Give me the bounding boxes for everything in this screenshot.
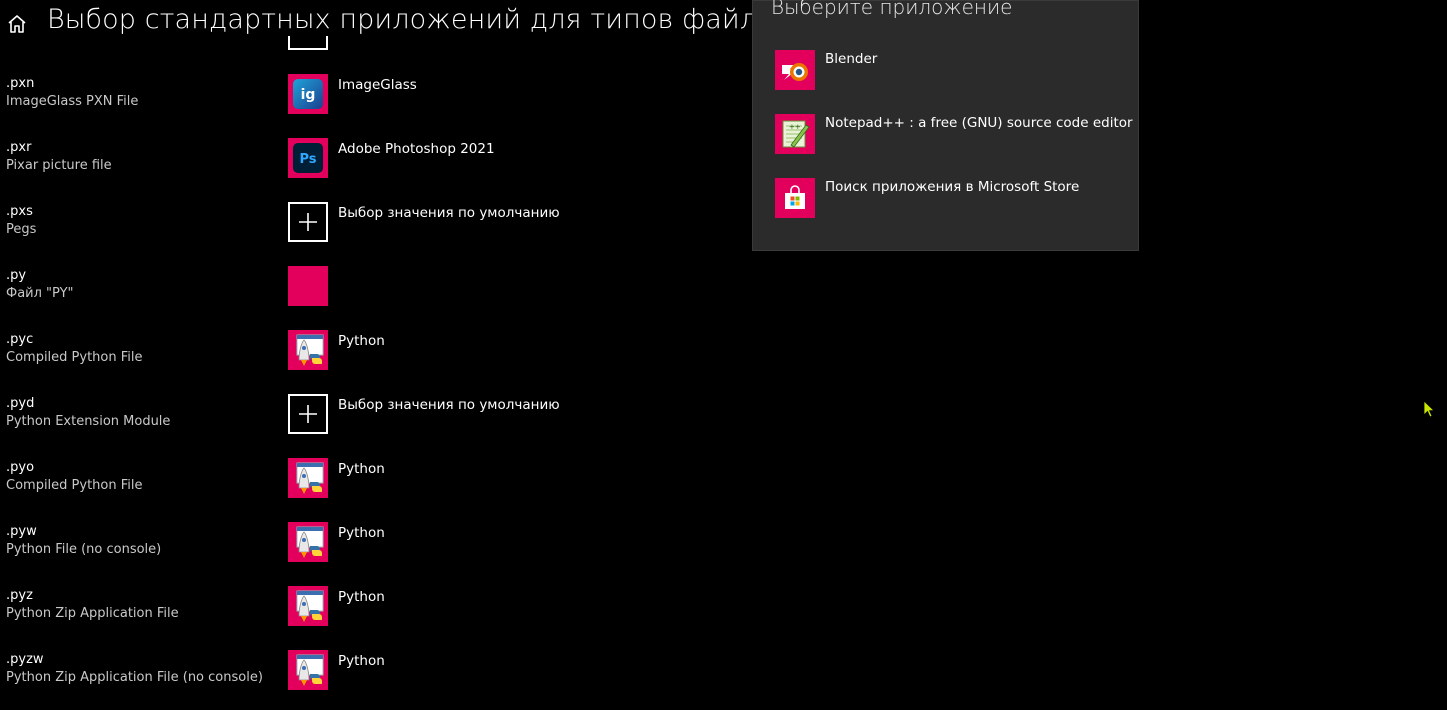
file-extension: .pyw	[6, 524, 37, 539]
python-launcher-icon	[290, 652, 326, 688]
app-choice-label[interactable]: Поиск приложения в Microsoft Store	[825, 179, 1079, 195]
file-extension: .py	[6, 268, 27, 283]
file-type-description: Python Extension Module	[6, 414, 171, 429]
file-type-description: Python Zip Application File (no console)	[6, 670, 263, 685]
python-launcher-icon	[290, 332, 326, 368]
file-type-row: .pyz Python Zip Application File Python	[0, 586, 740, 646]
plus-icon	[298, 404, 318, 424]
svg-text:Ps: Ps	[299, 152, 316, 167]
file-extension: .pyc	[6, 332, 34, 347]
default-app-label[interactable]: Python	[338, 333, 385, 349]
choose-app-flyout: Выберите приложение Blender ++ Notepad++ :…	[752, 0, 1139, 251]
mouse-cursor-icon	[1423, 400, 1435, 418]
file-extension: .pxs	[6, 204, 33, 219]
default-app-button[interactable]: ig	[288, 74, 328, 114]
default-app-label[interactable]: Adobe Photoshop 2021	[338, 141, 495, 157]
file-type-description: Файл "PY"	[6, 286, 74, 301]
blender-icon	[778, 53, 812, 87]
file-type-row: .pxs Pegs Выбор значения по умолчанию	[0, 202, 740, 262]
file-type-row: .pyc Compiled Python File Python	[0, 330, 740, 390]
page-title: Выбор стандартных приложений для типов ф…	[47, 4, 790, 35]
default-app-button[interactable]	[288, 394, 328, 434]
svg-text:ig: ig	[301, 87, 316, 103]
file-type-row: .pxr Pixar picture file Ps Adobe Photoshop …	[0, 138, 740, 198]
default-app-button[interactable]	[288, 522, 328, 562]
file-type-row: .pyo Compiled Python File Python	[0, 458, 740, 518]
app-choice-label[interactable]: Notepad++ : a free (GNU) source code edi…	[825, 115, 1133, 131]
default-app-label[interactable]: Python	[338, 653, 385, 669]
default-app-button[interactable]: Ps	[288, 138, 328, 178]
default-app-button[interactable]	[288, 266, 328, 306]
default-app-button[interactable]	[288, 650, 328, 690]
app-choice-tile[interactable]	[775, 50, 815, 90]
app-choice-item[interactable]: Поиск приложения в Microsoft Store	[775, 178, 1125, 226]
header: Выбор стандартных приложений для типов ф…	[0, 0, 790, 48]
file-extension: .pyo	[6, 460, 35, 475]
imageglass-icon: ig	[292, 78, 324, 110]
default-app-label[interactable]: ImageGlass	[338, 77, 417, 93]
app-choice-label[interactable]: Blender	[825, 51, 877, 67]
file-type-row: .pxn ImageGlass PXN File ig ImageGlass	[0, 74, 740, 134]
flyout-title: Выберите приложение	[771, 0, 1013, 19]
default-app-label[interactable]: Выбор значения по умолчанию	[338, 205, 560, 221]
default-app-button[interactable]	[288, 586, 328, 626]
file-extension: .pxn	[6, 76, 35, 91]
file-type-description: ImageGlass PXN File	[6, 94, 139, 109]
app-choice-tile[interactable]: ++	[775, 114, 815, 154]
file-extension: .pxr	[6, 140, 32, 155]
file-type-description: Pixar picture file	[6, 158, 112, 173]
file-type-description: Compiled Python File	[6, 350, 143, 365]
microsoft-store-icon	[780, 183, 810, 213]
python-launcher-icon	[290, 588, 326, 624]
file-type-row: .pyzw Python Zip Application File (no con…	[0, 650, 740, 710]
file-type-description: Python Zip Application File	[6, 606, 179, 621]
home-icon[interactable]	[6, 13, 28, 35]
file-extension: .pyzw	[6, 652, 44, 667]
default-app-label[interactable]: Python	[338, 525, 385, 541]
photoshop-icon: Ps	[292, 142, 324, 174]
notepad-plus-plus-icon: ++	[778, 117, 812, 151]
file-extension: .pyd	[6, 396, 35, 411]
default-app-button[interactable]	[288, 202, 328, 242]
file-type-description: Compiled Python File	[6, 478, 143, 493]
plus-icon	[298, 212, 318, 232]
svg-text:++: ++	[789, 123, 801, 131]
default-app-label[interactable]: Python	[338, 461, 385, 477]
default-app-label[interactable]: Выбор значения по умолчанию	[338, 397, 560, 413]
file-type-row: .pyw Python File (no console) Python	[0, 522, 740, 582]
app-choice-tile[interactable]	[775, 178, 815, 218]
default-app-button[interactable]	[288, 458, 328, 498]
file-type-row: .py Файл "PY"	[0, 266, 740, 326]
default-app-button[interactable]	[288, 330, 328, 370]
default-app-label[interactable]: Python	[338, 589, 385, 605]
python-launcher-icon	[290, 460, 326, 496]
app-choice-item[interactable]: Blender	[775, 50, 1125, 98]
python-launcher-icon	[290, 524, 326, 560]
file-type-description: Python File (no console)	[6, 542, 162, 557]
file-extension: .pyz	[6, 588, 33, 603]
app-choice-item[interactable]: ++ Notepad++ : a free (GNU) source code e…	[775, 114, 1133, 162]
previous-app-tile[interactable]	[288, 36, 328, 50]
file-type-description: Pegs	[6, 222, 37, 237]
file-type-row: .pyd Python Extension Module Выбор значени…	[0, 394, 740, 454]
